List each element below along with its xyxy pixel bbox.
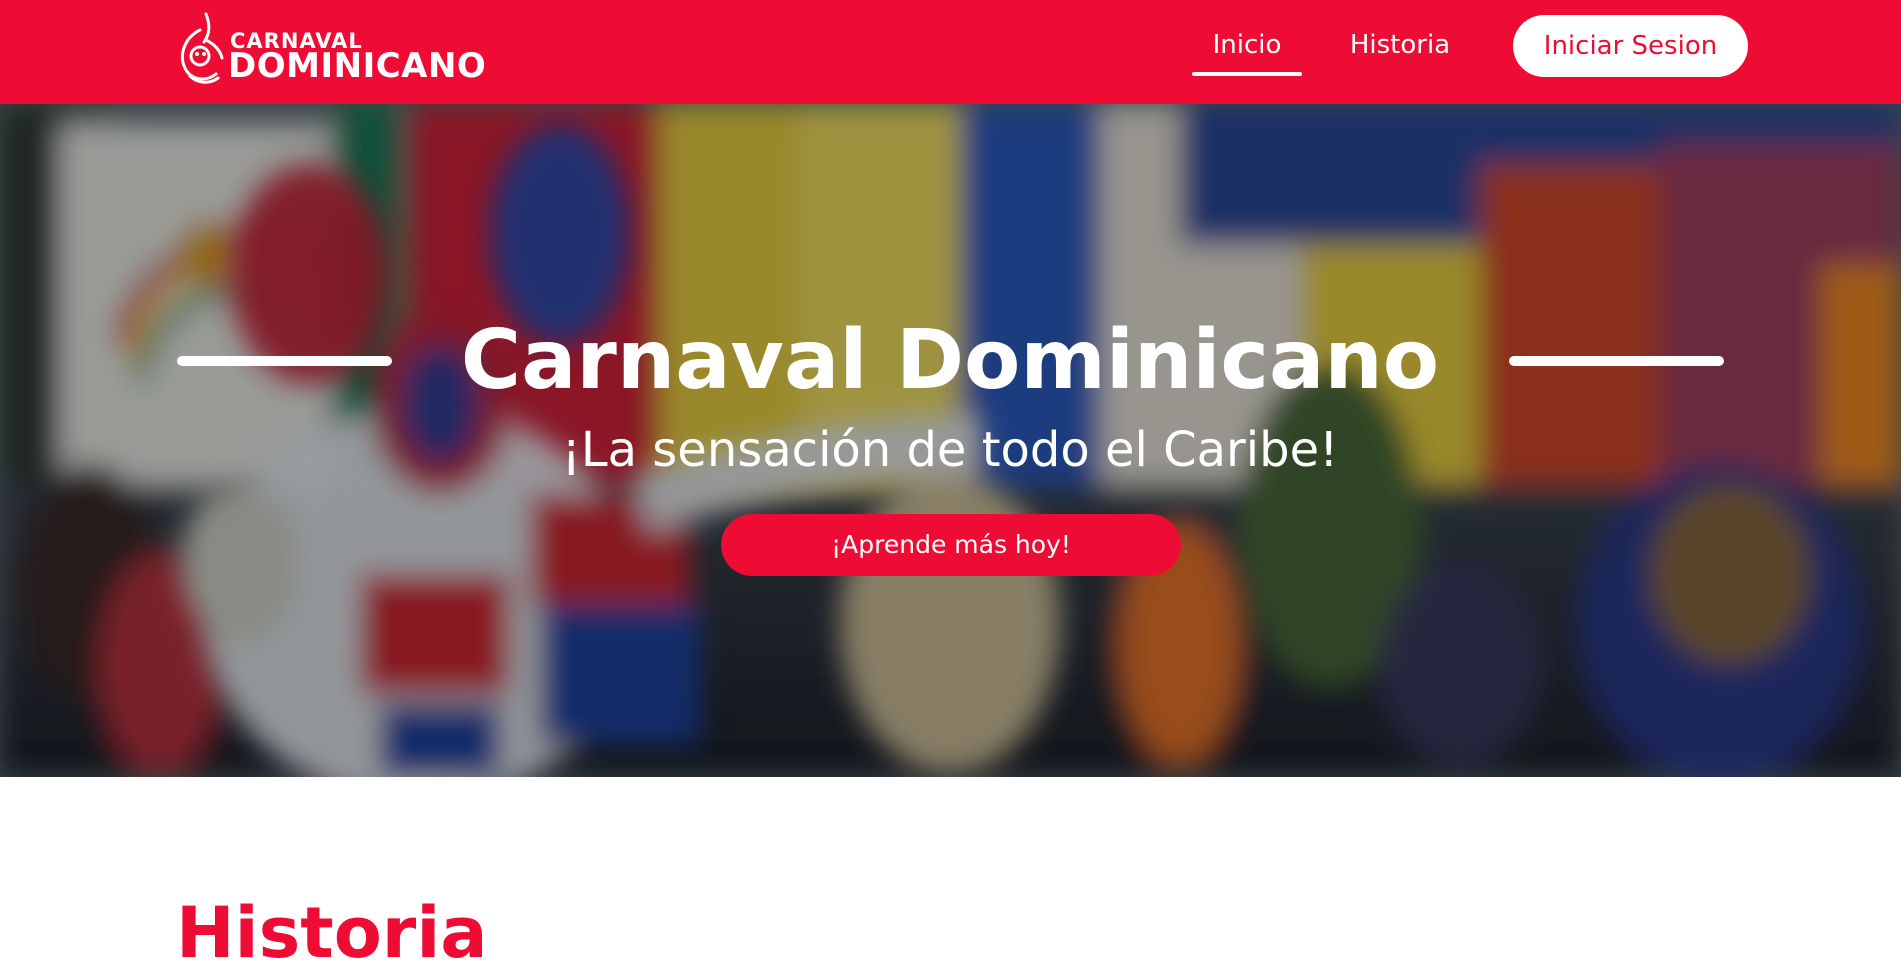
nav-link-historia[interactable]: Historia — [1335, 27, 1465, 63]
logo-bottom-text: DOMINICANO — [228, 46, 487, 86]
hero-title: Carnaval Dominicano — [460, 313, 1440, 408]
hero-title-decoration-right — [1509, 356, 1724, 366]
top-navbar: CARNAVAL DOMINICANO Inicio Historia Inic… — [0, 0, 1901, 104]
hero-subtitle: ¡La sensación de todo el Caribe! — [561, 422, 1339, 478]
brand-logo[interactable]: CARNAVAL DOMINICANO — [176, 10, 496, 86]
nav-active-underline — [1192, 72, 1302, 76]
nav-link-inicio[interactable]: Inicio — [1192, 27, 1302, 63]
hero-section: Carnaval Dominicano ¡La sensación de tod… — [0, 104, 1901, 777]
historia-section-title: Historia — [176, 892, 488, 974]
learn-more-button[interactable]: ¡Aprende más hoy! — [721, 514, 1181, 576]
mask-logo-icon — [181, 12, 224, 84]
login-button[interactable]: Iniciar Sesion — [1513, 15, 1748, 77]
